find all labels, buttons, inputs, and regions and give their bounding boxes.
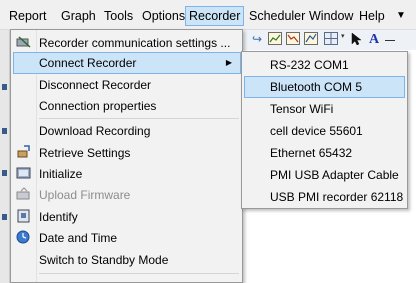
submenu-item-rs232[interactable]: RS-232 COM1 <box>244 54 405 76</box>
submenu-item-tensor-wifi[interactable]: Tensor WiFi <box>244 98 405 120</box>
connect-recorder-submenu: RS-232 COM1 Bluetooth COM 5 Tensor WiFi … <box>241 51 408 209</box>
menu-item-label: Switch to Standby Mode <box>39 253 169 267</box>
toolbar-grid-icon[interactable] <box>323 32 339 47</box>
menu-item-label: Date and Time <box>39 231 118 245</box>
menu-item-connection-properties[interactable]: Connection properties <box>13 95 241 117</box>
submenu-item-label: Ethernet 65432 <box>270 146 353 160</box>
menu-window[interactable]: Window <box>306 6 356 26</box>
toolbar-chart-up-icon[interactable] <box>303 32 319 47</box>
menu-item-label: Identify <box>39 210 78 224</box>
initialize-icon <box>16 166 32 182</box>
menu-item-disconnect-recorder[interactable]: Disconnect Recorder <box>13 74 241 96</box>
menu-item-label: Recorder communication settings ... <box>39 36 231 50</box>
menu-item-label: Disconnect Recorder <box>39 78 152 92</box>
pointer-icon[interactable] <box>349 32 365 47</box>
menu-item-label: Download Recording <box>39 124 151 138</box>
submenu-item-cell-device[interactable]: cell device 55601 <box>244 120 405 142</box>
recorder-menu: Recorder communication settings ... Conn… <box>10 29 243 283</box>
submenu-item-label: cell device 55601 <box>270 124 363 138</box>
menu-item-label: Retrieve Settings <box>39 146 131 160</box>
menu-report[interactable]: Report <box>6 6 50 26</box>
left-strip-marker <box>2 170 7 176</box>
toolbar-line-icon[interactable] <box>385 40 395 41</box>
menu-item-initialize[interactable]: Initialize <box>13 163 241 185</box>
submenu-item-label: RS-232 COM1 <box>270 58 349 72</box>
submenu-item-bluetooth[interactable]: Bluetooth COM 5 <box>244 76 405 98</box>
menu-item-standby-mode[interactable]: Switch to Standby Mode <box>13 249 241 271</box>
menu-recorder-label: Recorder <box>189 9 241 23</box>
upload-firmware-icon <box>16 187 32 203</box>
clock-icon <box>16 230 32 246</box>
menu-item-label: Upload Firmware <box>39 188 131 202</box>
left-strip-marker <box>2 214 7 220</box>
menu-item-label: Connection properties <box>39 99 157 113</box>
menu-item-identify[interactable]: Identify <box>13 206 241 228</box>
menu-graph[interactable]: Graph <box>58 6 99 26</box>
identify-icon <box>16 209 32 225</box>
menu-options[interactable]: Options <box>139 6 188 26</box>
toolbar-arrow-icon[interactable]: ↪ <box>249 32 265 47</box>
left-toolbar-strip <box>0 30 10 283</box>
toolbar-chart-down-icon[interactable] <box>285 32 301 47</box>
menu-help[interactable]: Help <box>356 6 388 26</box>
toolbar-chart-icon[interactable] <box>267 32 283 47</box>
menu-tools-label: Tools <box>104 9 134 23</box>
menu-bar: Report Graph Tools Options Recorder Sche… <box>0 0 416 30</box>
submenu-item-label: Tensor WiFi <box>270 102 334 116</box>
left-strip-marker <box>2 84 7 90</box>
menu-item-upload-firmware[interactable]: Upload Firmware <box>13 184 241 206</box>
menu-item-date-and-time[interactable]: Date and Time <box>13 227 241 249</box>
menu-report-label: Report <box>9 9 47 23</box>
menu-scheduler-label: Scheduler <box>249 9 306 23</box>
menu-item-communication-settings[interactable]: Recorder communication settings ... <box>13 32 241 54</box>
menu-item-retrieve-settings[interactable]: Retrieve Settings <box>13 142 241 164</box>
menu-tools[interactable]: Tools <box>101 6 136 26</box>
menu-item-label: Initialize <box>39 167 83 181</box>
menu-item-connect-recorder[interactable]: Connect Recorder ▶ <box>13 52 241 74</box>
toolbar-dropdown-icon[interactable]: ▾ <box>341 32 345 40</box>
retrieve-settings-icon <box>16 145 32 161</box>
text-tool-icon[interactable]: A <box>366 32 382 47</box>
menu-item-download-recording[interactable]: Download Recording <box>13 120 241 142</box>
menu-help-label: Help <box>359 9 385 23</box>
submenu-item-label: PMI USB Adapter Cable <box>270 168 399 182</box>
menu-graph-label: Graph <box>61 9 96 23</box>
submenu-item-label: Bluetooth COM 5 <box>270 80 363 94</box>
menu-separator <box>39 118 239 119</box>
menu-window-label: Window <box>309 9 354 23</box>
submenu-arrow-icon: ▶ <box>225 58 232 67</box>
recorder-settings-icon <box>16 35 32 51</box>
menu-recorder[interactable]: Recorder <box>185 6 245 26</box>
menu-overflow-icon[interactable]: ▼ <box>393 6 409 26</box>
menu-item-label: Connect Recorder <box>39 56 137 70</box>
main-toolbar: ↪ ▾ A <box>243 30 416 50</box>
menu-separator <box>39 273 239 274</box>
menu-options-label: Options <box>142 9 186 23</box>
submenu-item-ethernet[interactable]: Ethernet 65432 <box>244 142 405 164</box>
submenu-item-usb-pmi-recorder[interactable]: USB PMI recorder 62118 <box>244 186 405 208</box>
left-strip-marker <box>2 128 7 134</box>
submenu-item-pmi-usb-adapter[interactable]: PMI USB Adapter Cable <box>244 164 405 186</box>
submenu-item-label: USB PMI recorder 62118 <box>270 190 404 204</box>
menu-scheduler[interactable]: Scheduler <box>246 6 308 26</box>
